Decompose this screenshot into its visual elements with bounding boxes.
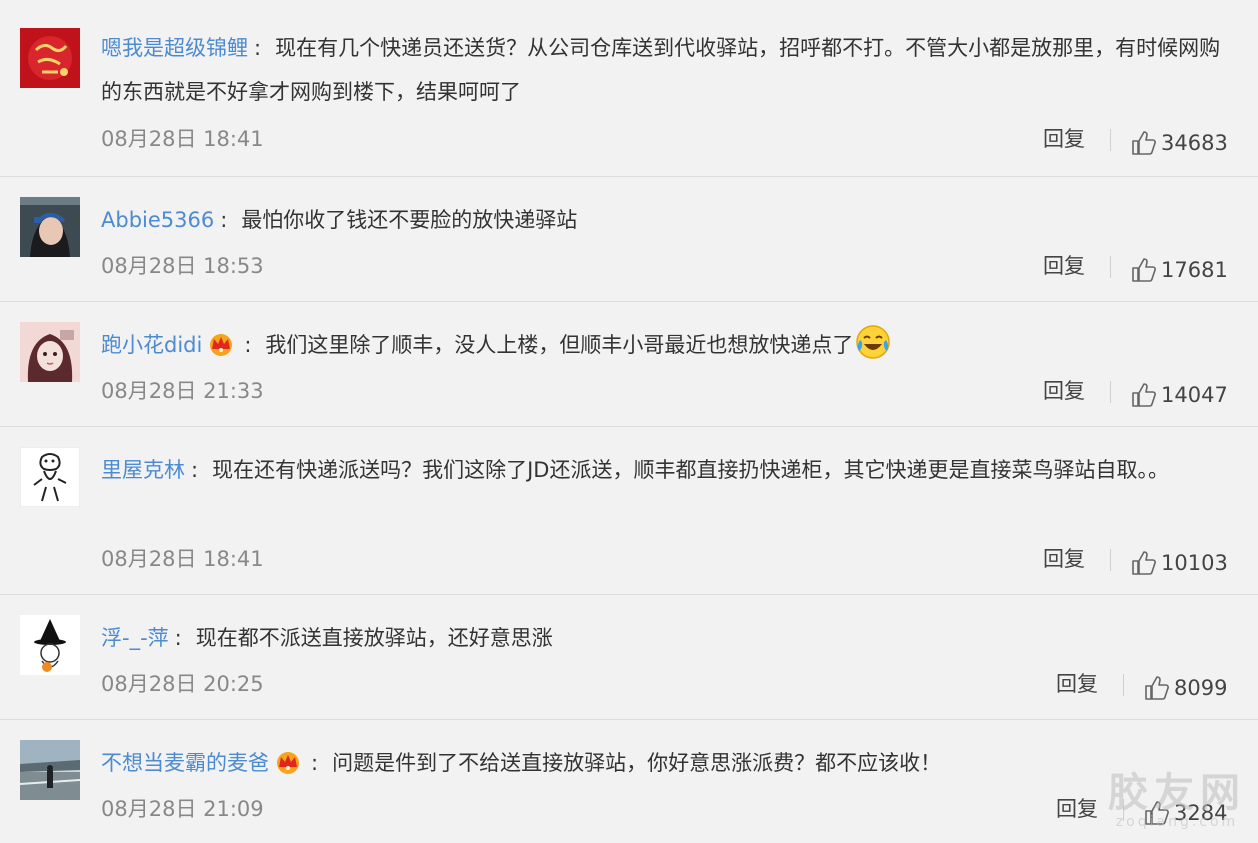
comment-body: 跑小花didi: 我们这里除了顺丰，没人上楼，但顺丰小哥最近也想放快递点了 (101, 323, 1238, 375)
like-count: 17681 (1161, 258, 1228, 282)
avatar-street-photo-image (20, 740, 80, 800)
comment-time: 08月28日 18:41 (101, 127, 264, 151)
reply-button[interactable]: 回复 (1043, 125, 1085, 153)
divider (1110, 549, 1111, 571)
avatar-witch-sketch-image (20, 615, 80, 675)
comment-time: 08月28日 21:33 (101, 379, 264, 403)
divider (1123, 799, 1124, 821)
username-link[interactable]: Abbie5366 (101, 208, 214, 232)
comment-item: 跑小花didi: 我们这里除了顺丰，没人上楼，但顺丰小哥最近也想放快递点了 08月… (0, 302, 1258, 427)
colon-separator: : (311, 751, 319, 775)
vip-crown-icon (273, 745, 303, 789)
like-button[interactable]: 10103 (1131, 549, 1228, 577)
reply-button[interactable]: 回复 (1043, 377, 1085, 405)
comment-item: Abbie5366: 最怕你收了钱还不要脸的放快递驿站 08月28日 18:53 … (0, 177, 1258, 302)
colon-separator: : (174, 626, 182, 650)
avatar[interactable] (20, 322, 80, 382)
laugh-cry-emoji-icon (855, 324, 891, 375)
comment-item: 嗯我是超级锦鲤: 现在有几个快递员还送货？从公司仓库送到代收驿站，招呼都不打。不管… (0, 0, 1258, 177)
comment-text: 现在还有快递派送吗？我们这除了JD还派送，顺丰都直接扔快递柜，其它快递更是直接菜… (212, 458, 1169, 482)
like-count: 8099 (1174, 676, 1228, 700)
comment-text: 问题是件到了不给送直接放驿站，你好意思涨派费？都不应该收！ (332, 751, 942, 775)
like-button[interactable]: 14047 (1131, 381, 1228, 409)
reply-button[interactable]: 回复 (1056, 795, 1098, 823)
like-button[interactable]: 34683 (1131, 129, 1228, 157)
avatar[interactable] (20, 28, 80, 88)
divider (1110, 129, 1111, 151)
vip-crown-icon (206, 327, 236, 371)
thumbs-up-icon (1132, 383, 1156, 407)
comment-time: 08月28日 18:41 (101, 547, 264, 571)
colon-separator: : (244, 333, 252, 357)
reply-button[interactable]: 回复 (1056, 670, 1098, 698)
thumbs-up-icon (1132, 551, 1156, 575)
comment-body: 嗯我是超级锦鲤: 现在有几个快递员还送货？从公司仓库送到代收驿站，招呼都不打。不管… (101, 26, 1238, 114)
comment-text: 最怕你收了钱还不要脸的放快递驿站 (241, 208, 578, 232)
avatar-girl-illustration-image (20, 322, 80, 382)
avatar-red-lucky-image (20, 28, 80, 88)
colon-separator: : (191, 458, 199, 482)
comment-text: 现在有几个快递员还送货？从公司仓库送到代收驿站，招呼都不打。不管大小都是放那里，… (101, 36, 1221, 104)
like-button[interactable]: 8099 (1144, 674, 1227, 702)
divider (1110, 256, 1111, 278)
like-button[interactable]: 3284 (1144, 799, 1227, 827)
comment-body: 浮-_-萍: 现在都不派送直接放驿站，还好意思涨 (101, 616, 1238, 660)
comment-item: 浮-_-萍: 现在都不派送直接放驿站，还好意思涨 08月28日 20:25 回复 … (0, 595, 1258, 720)
divider (1123, 674, 1124, 696)
username-link[interactable]: 嗯我是超级锦鲤 (101, 36, 248, 60)
like-count: 3284 (1174, 801, 1228, 825)
reply-button[interactable]: 回复 (1043, 545, 1085, 573)
like-count: 14047 (1161, 383, 1228, 407)
comment-body: 不想当麦霸的麦爸: 问题是件到了不给送直接放驿站，你好意思涨派费？都不应该收！ (101, 741, 1238, 789)
like-button[interactable]: 17681 (1131, 256, 1228, 284)
username-link[interactable]: 里屋克林 (101, 458, 185, 482)
reply-button[interactable]: 回复 (1043, 252, 1085, 280)
avatar[interactable] (20, 615, 80, 675)
comment-text: 我们这里除了顺丰，没人上楼，但顺丰小哥最近也想放快递点了 (265, 333, 854, 357)
colon-separator: : (220, 208, 228, 232)
comment-time: 08月28日 18:53 (101, 254, 264, 278)
comment-time: 08月28日 21:09 (101, 797, 264, 821)
thumbs-up-icon (1145, 676, 1169, 700)
thumbs-up-icon (1132, 258, 1156, 282)
comment-body: Abbie5366: 最怕你收了钱还不要脸的放快递驿站 (101, 198, 1238, 242)
divider (1110, 381, 1111, 403)
comment-list: 嗯我是超级锦鲤: 现在有几个快递员还送货？从公司仓库送到代收驿站，招呼都不打。不管… (0, 0, 1258, 843)
avatar[interactable] (20, 740, 80, 800)
comment-item: 不想当麦霸的麦爸: 问题是件到了不给送直接放驿站，你好意思涨派费？都不应该收！ 0… (0, 720, 1258, 843)
comment-item: 里屋克林: 现在还有快递派送吗？我们这除了JD还派送，顺丰都直接扔快递柜，其它快递… (0, 427, 1258, 595)
comment-body: 里屋克林: 现在还有快递派送吗？我们这除了JD还派送，顺丰都直接扔快递柜，其它快递… (101, 448, 1238, 492)
comment-text: 现在都不派送直接放驿站，还好意思涨 (195, 626, 553, 650)
username-link[interactable]: 跑小花didi (101, 333, 202, 357)
like-count: 10103 (1161, 551, 1228, 575)
avatar[interactable] (20, 197, 80, 257)
colon-separator: : (254, 36, 262, 60)
like-count: 34683 (1161, 131, 1228, 155)
avatar[interactable] (20, 447, 80, 507)
username-link[interactable]: 不想当麦霸的麦爸 (101, 751, 269, 775)
comment-time: 08月28日 20:25 (101, 672, 264, 696)
username-link[interactable]: 浮-_-萍 (101, 626, 169, 650)
avatar-girl-headband-image (20, 197, 80, 257)
avatar-sketch-figure-image (20, 447, 80, 507)
thumbs-up-icon (1145, 801, 1169, 825)
thumbs-up-icon (1132, 131, 1156, 155)
